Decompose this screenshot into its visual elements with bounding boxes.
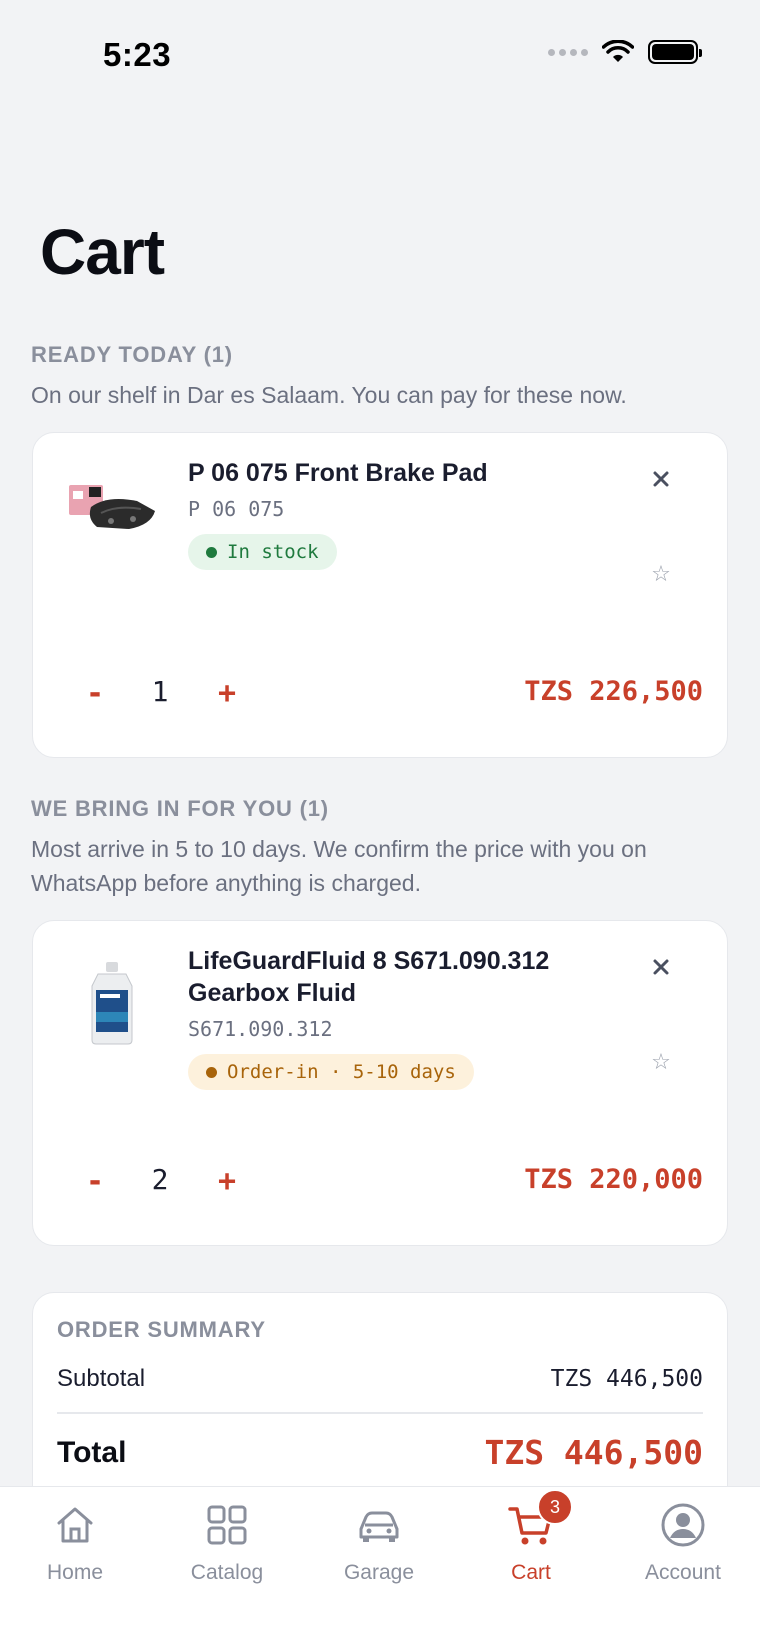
quantity-value: 1: [151, 675, 169, 708]
item-price: TZS 226,500: [524, 676, 703, 707]
item-price: TZS 220,000: [524, 1164, 703, 1195]
car-icon: [355, 1501, 403, 1549]
total-label: Total: [57, 1436, 127, 1469]
close-icon: [653, 959, 669, 975]
order-in-badge: Order-in · 5-10 days: [188, 1054, 474, 1090]
signal-icon: [548, 48, 588, 56]
tab-label: Account: [645, 1561, 721, 1584]
status-icons: [548, 40, 702, 64]
tab-catalog[interactable]: Catalog: [157, 1501, 297, 1611]
status-dot-icon: [206, 546, 217, 558]
tab-bar: Home Catalog Garage 3 Cart Account: [0, 1486, 760, 1647]
tab-home[interactable]: Home: [5, 1501, 145, 1611]
tab-label: Catalog: [190, 1561, 264, 1584]
cart-item-card: P 06 075 Front Brake Pad P 06 075 In sto…: [32, 432, 728, 758]
status-bar: 5:23: [0, 0, 760, 110]
subtotal-value: TZS 446,500: [550, 1366, 703, 1392]
page-title: Cart: [40, 216, 165, 288]
tab-label: Garage: [343, 1561, 415, 1584]
cart-count-badge: 3: [537, 1489, 573, 1525]
tab-garage[interactable]: Garage: [309, 1501, 449, 1611]
favorite-star-icon[interactable]: ☆: [647, 1048, 675, 1076]
status-time: 5:23: [103, 36, 172, 73]
brake-pad-image: [61, 457, 165, 561]
close-icon: [653, 471, 669, 487]
order-summary-card: ORDER SUMMARY Subtotal TZS 446,500 Total…: [32, 1292, 728, 1512]
stock-badge-label: In stock: [227, 541, 319, 563]
section-description-order-in: Most arrive in 5 to 10 days. We confirm …: [31, 836, 647, 896]
remove-item-button[interactable]: [645, 951, 677, 983]
item-sku: S671.090.312: [188, 1017, 333, 1041]
section-heading-order-in: WE BRING IN FOR YOU (1): [31, 796, 329, 821]
account-icon: [659, 1501, 707, 1549]
order-summary-heading: ORDER SUMMARY: [57, 1317, 266, 1342]
quantity-decrease-button[interactable]: -: [73, 1159, 117, 1203]
subtotal-label: Subtotal: [57, 1365, 146, 1392]
quantity-increase-button[interactable]: +: [205, 1159, 249, 1203]
quantity-value: 2: [151, 1163, 169, 1196]
tab-label: Cart: [511, 1561, 551, 1584]
tab-label: Home: [46, 1561, 104, 1584]
order-in-badge-label: Order-in · 5-10 days: [227, 1061, 456, 1083]
item-name[interactable]: LifeGuardFluid 8 S671.090.312 Gearbox Fl…: [188, 945, 608, 1009]
cart-item-card: LifeGuardFluid 8 S671.090.312 Gearbox Fl…: [32, 920, 728, 1246]
cart-icon: 3: [507, 1489, 573, 1549]
item-name[interactable]: P 06 075 Front Brake Pad: [188, 457, 608, 489]
total-value: TZS 446,500: [484, 1433, 703, 1472]
quantity-increase-button[interactable]: +: [205, 671, 249, 715]
battery-icon: [648, 40, 702, 64]
tab-cart[interactable]: 3 Cart: [461, 1489, 601, 1611]
favorite-star-icon[interactable]: ☆: [647, 560, 675, 588]
section-description-ready: On our shelf in Dar es Salaam. You can p…: [31, 382, 627, 408]
stock-badge: In stock: [188, 534, 337, 570]
section-heading-ready: READY TODAY (1): [31, 342, 233, 367]
fluid-bottle-image: [61, 951, 165, 1055]
status-dot-icon: [206, 1066, 217, 1078]
tab-account[interactable]: Account: [613, 1501, 753, 1611]
home-icon: [51, 1501, 99, 1549]
summary-divider: [57, 1412, 703, 1414]
quantity-decrease-button[interactable]: -: [73, 671, 117, 715]
item-sku: P 06 075: [188, 497, 285, 521]
remove-item-button[interactable]: [645, 463, 677, 495]
wifi-icon: [602, 40, 634, 62]
grid-icon: [203, 1501, 251, 1549]
